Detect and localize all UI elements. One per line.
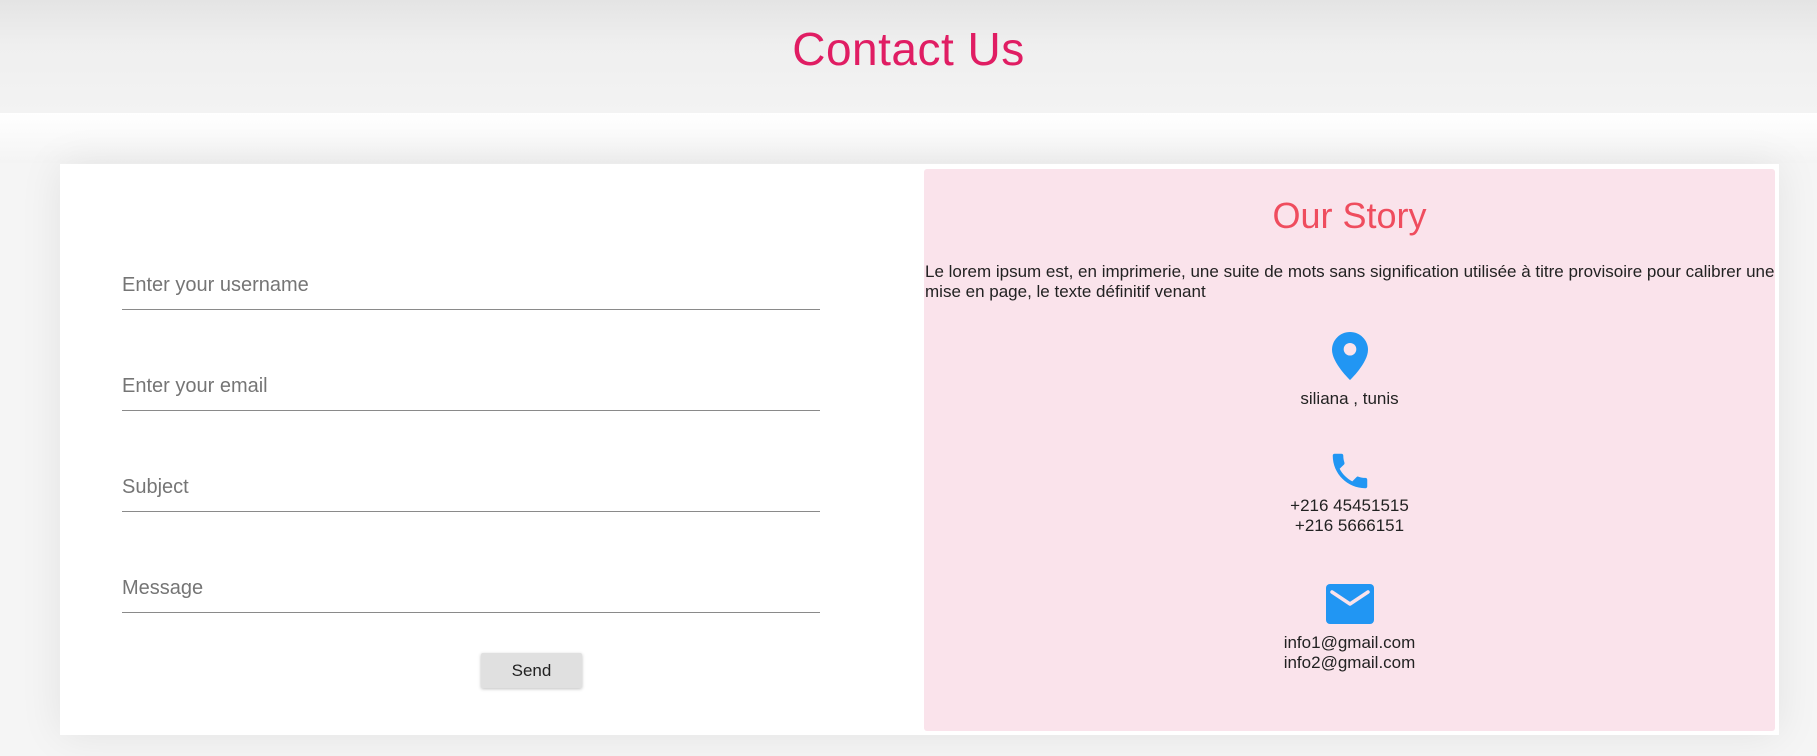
message-field-wrapper — [122, 563, 820, 613]
phone-line-2: +216 5666151 — [1294, 516, 1405, 535]
send-button[interactable]: Send — [481, 653, 582, 688]
story-title: Our Story — [1272, 195, 1427, 236]
username-input[interactable] — [122, 274, 820, 297]
page-title: Contact Us — [792, 23, 1025, 75]
our-story-panel: Our Story Le lorem ipsum est, en imprime… — [924, 169, 1775, 731]
message-input[interactable] — [122, 577, 820, 600]
envelope-icon — [1325, 584, 1374, 624]
contact-card: Send Our Story Le lorem ipsum est, en im… — [60, 164, 1779, 735]
header-shadow-band — [0, 113, 1817, 163]
page-header: Contact Us — [0, 0, 1817, 113]
subject-field-wrapper — [122, 462, 820, 512]
map-pin-icon — [1331, 332, 1368, 380]
location-block: siliana , tunis — [924, 332, 1775, 409]
email-line-2[interactable]: info2@gmail.com — [924, 653, 1775, 673]
contact-form: Send — [122, 164, 820, 735]
email-field-wrapper — [122, 361, 820, 411]
email-input[interactable] — [122, 375, 820, 398]
story-description: Le lorem ipsum est, en imprimerie, une s… — [925, 262, 1775, 301]
email-line-1[interactable]: info1@gmail.com — [924, 633, 1775, 653]
subject-input[interactable] — [122, 476, 820, 499]
phone-line-1: +216 45451515 — [1290, 496, 1409, 515]
username-field-wrapper — [122, 260, 820, 310]
location-text: siliana , tunis — [1300, 389, 1399, 408]
phone-block: +216 45451515 +216 5666151 — [924, 448, 1775, 536]
phone-icon — [1332, 453, 1367, 489]
email-block: info1@gmail.com info2@gmail.com — [924, 584, 1775, 673]
